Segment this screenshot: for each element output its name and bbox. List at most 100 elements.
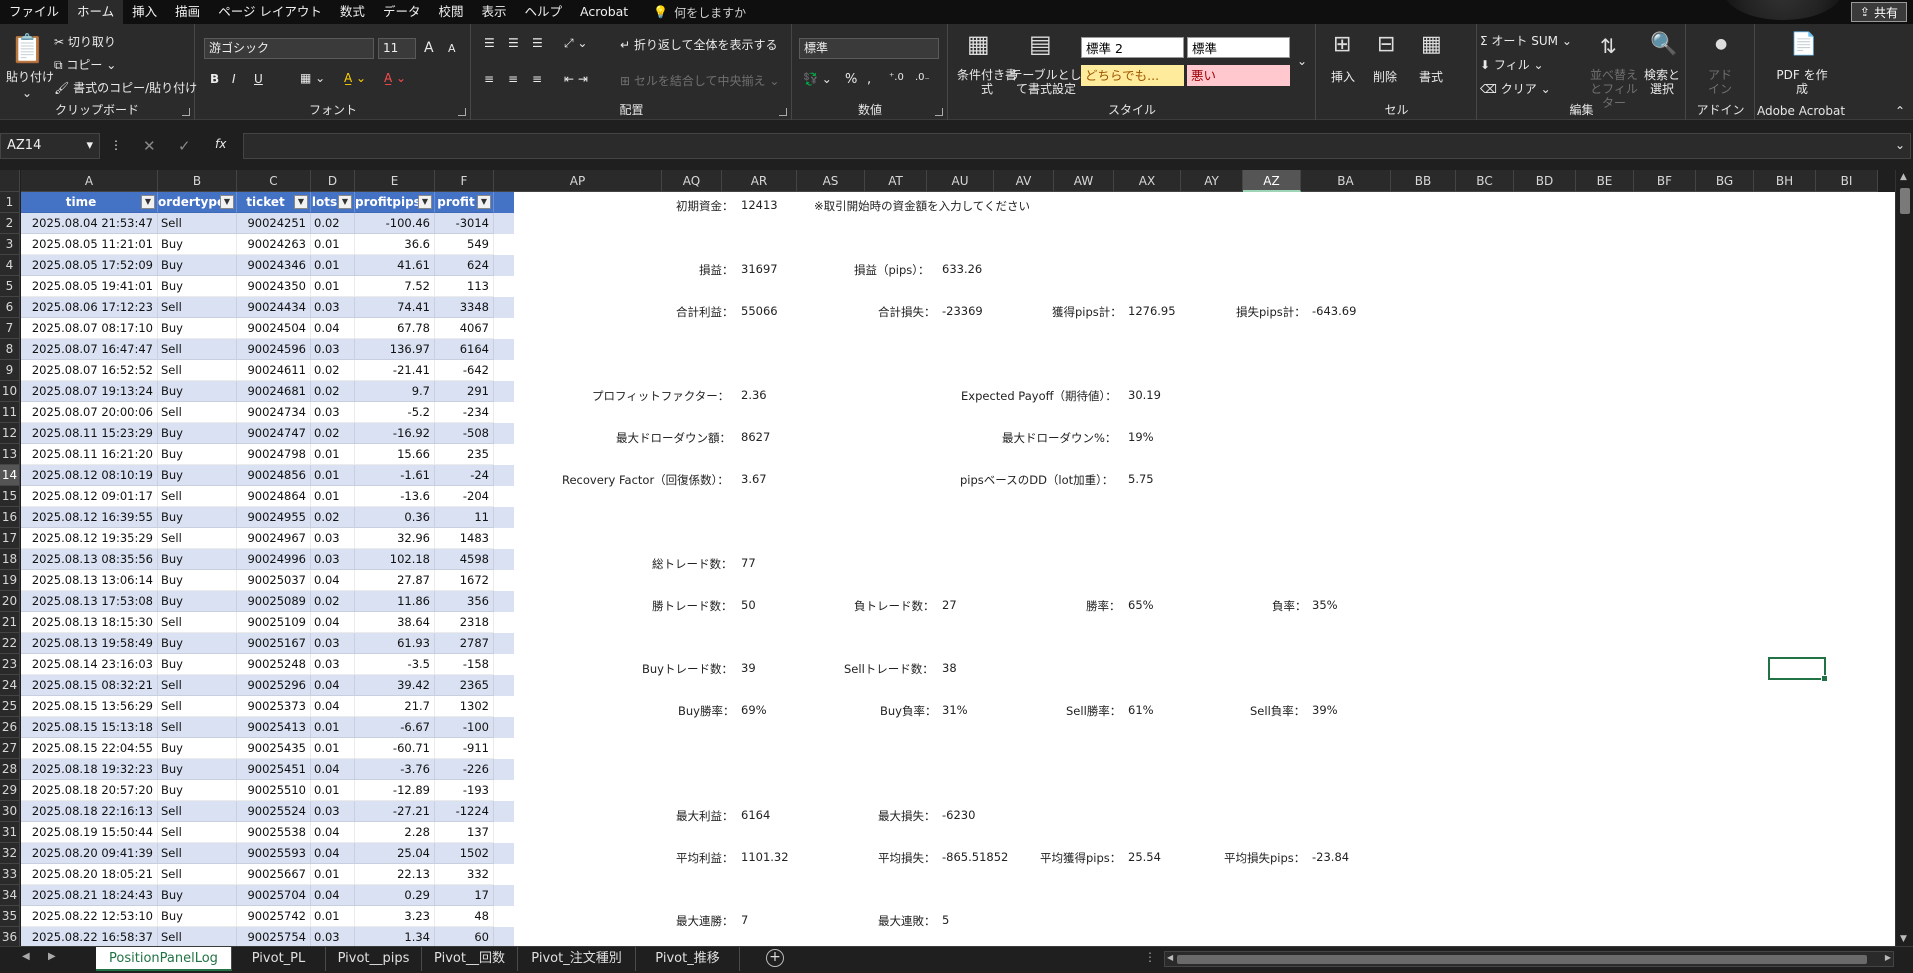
vertical-scrollbar[interactable]: ▲ ▼ (1895, 170, 1913, 946)
table-cell-ordertype[interactable]: Sell (158, 696, 237, 717)
table-cell-profit[interactable]: 1483 (435, 528, 494, 549)
table-cell-profit[interactable]: 11 (435, 507, 494, 528)
font-name-select[interactable]: 游ゴシック (204, 38, 374, 59)
table-cell-profitpips[interactable]: 15.66 (355, 444, 435, 465)
table-cell-lots[interactable]: 0.03 (311, 927, 355, 946)
style-normal[interactable]: 標準 (1187, 37, 1290, 58)
row-header-14[interactable]: 14 (0, 465, 20, 486)
scroll-right-icon[interactable]: ▶ (1885, 953, 1891, 962)
row-header-35[interactable]: 35 (0, 906, 20, 927)
table-cell-ordertype[interactable]: Buy (158, 318, 237, 339)
table-cell-profitpips[interactable]: 9.7 (355, 381, 435, 402)
row-header-6[interactable]: 6 (0, 297, 20, 318)
table-cell-profit[interactable]: -1224 (435, 801, 494, 822)
row-header-27[interactable]: 27 (0, 738, 20, 759)
scroll-left-icon[interactable]: ◀ (1167, 953, 1173, 962)
table-cell-lots[interactable]: 0.01 (311, 738, 355, 759)
table-cell-profit[interactable]: -226 (435, 759, 494, 780)
table-cell-time[interactable]: 2025.08.07 16:52:52 (21, 360, 158, 381)
conditional-format-icon[interactable]: ▦ (967, 30, 990, 58)
row-header-5[interactable]: 5 (0, 276, 20, 297)
table-cell-ordertype[interactable]: Sell (158, 297, 237, 318)
table-cell-ordertype[interactable]: Buy (158, 423, 237, 444)
border-icon[interactable]: ▦ ⌄ (300, 71, 325, 85)
buy-win-rate-value[interactable]: 69% (741, 703, 767, 717)
row-header-15[interactable]: 15 (0, 486, 20, 507)
table-cell-profit[interactable]: 1672 (435, 570, 494, 591)
row-header-28[interactable]: 28 (0, 759, 20, 780)
table-cell-lots[interactable]: 0.04 (311, 612, 355, 633)
table-cell-lots[interactable]: 0.04 (311, 318, 355, 339)
fill-button[interactable]: ⬇ フィル ⌄ (1480, 56, 1544, 73)
row-header-2[interactable]: 2 (0, 213, 20, 234)
table-cell-ticket[interactable]: 90024747 (237, 423, 311, 444)
row-header-16[interactable]: 16 (0, 507, 20, 528)
conditional-format-button[interactable]: 条件付き書式 (957, 68, 1017, 96)
table-cell-lots[interactable]: 0.04 (311, 675, 355, 696)
column-header-AU[interactable]: AU (927, 170, 994, 192)
row-header-12[interactable]: 12 (0, 423, 20, 444)
sheet-tab-positionpanellog[interactable]: PositionPanelLog (96, 947, 232, 971)
table-cell-time[interactable]: 2025.08.12 16:39:55 (21, 507, 158, 528)
table-cell-profitpips[interactable]: -12.89 (355, 780, 435, 801)
table-cell-profit[interactable]: 137 (435, 822, 494, 843)
table-cell-profit[interactable]: -3014 (435, 213, 494, 234)
sheet-tab-pivot-count[interactable]: Pivot__回数 (422, 947, 518, 971)
table-cell-profit[interactable]: -24 (435, 465, 494, 486)
sheet-tab-pivot-pl[interactable]: Pivot_PL (232, 947, 326, 971)
tab-insert[interactable]: 挿入 (123, 0, 166, 24)
paste-button[interactable]: 貼り付け (6, 68, 54, 85)
tab-review[interactable]: 校閲 (429, 0, 472, 24)
table-cell-lots[interactable]: 0.02 (311, 213, 355, 234)
row-header-33[interactable]: 33 (0, 864, 20, 885)
table-cell-lots[interactable]: 0.01 (311, 780, 355, 801)
table-cell-ordertype[interactable]: Buy (158, 780, 237, 801)
table-cell-time[interactable]: 2025.08.07 16:47:47 (21, 339, 158, 360)
table-cell-lots[interactable]: 0.03 (311, 339, 355, 360)
paste-dropdown-icon[interactable]: ⌄ (22, 86, 32, 100)
row-header-4[interactable]: 4 (0, 255, 20, 276)
row-header-21[interactable]: 21 (0, 612, 20, 633)
table-cell-profit[interactable]: 356 (435, 591, 494, 612)
table-cell-profit[interactable]: -508 (435, 423, 494, 444)
avg-gain-pips-value[interactable]: 25.54 (1128, 850, 1161, 864)
table-cell-time[interactable]: 2025.08.05 17:52:09 (21, 255, 158, 276)
table-cell-ticket[interactable]: 90025089 (237, 591, 311, 612)
find-select-button[interactable]: 検索と選択 (1642, 68, 1682, 96)
sort-filter-icon[interactable]: ⇅ (1600, 34, 1617, 58)
font-color-icon[interactable]: A̲ ⌄ (384, 71, 406, 85)
delete-cells-button[interactable]: 削除 (1373, 68, 1397, 85)
row-header-17[interactable]: 17 (0, 528, 20, 549)
table-cell-lots[interactable]: 0.01 (311, 444, 355, 465)
table-cell-ticket[interactable]: 90024346 (237, 255, 311, 276)
add-sheet-icon[interactable]: + (766, 949, 784, 967)
filter-dropdown-icon[interactable]: ▼ (141, 195, 155, 209)
table-cell-profitpips[interactable]: 3.23 (355, 906, 435, 927)
more-options-icon[interactable]: ⋮ (110, 138, 122, 152)
table-cell-ordertype[interactable]: Buy (158, 759, 237, 780)
table-cell-time[interactable]: 2025.08.13 13:06:14 (21, 570, 158, 591)
table-cell-profit[interactable]: -642 (435, 360, 494, 381)
style-neutral[interactable]: どちらでも... (1081, 65, 1184, 86)
row-header-26[interactable]: 26 (0, 717, 20, 738)
table-cell-ticket[interactable]: 90025248 (237, 654, 311, 675)
table-cell-ordertype[interactable]: Sell (158, 927, 237, 946)
table-cell-profitpips[interactable]: 0.36 (355, 507, 435, 528)
table-cell-profit[interactable]: 549 (435, 234, 494, 255)
max-drawdown-pct-value[interactable]: 19% (1128, 430, 1154, 444)
grow-font-button[interactable]: A (424, 40, 434, 56)
currency-icon[interactable]: 💱 ⌄ (803, 72, 832, 86)
format-cells-button[interactable]: 書式 (1419, 68, 1443, 85)
table-cell-profitpips[interactable]: 7.52 (355, 276, 435, 297)
table-cell-time[interactable]: 2025.08.20 18:05:21 (21, 864, 158, 885)
underline-button[interactable]: U (254, 72, 263, 86)
buy-loss-rate-value[interactable]: 31% (942, 703, 968, 717)
table-cell-lots[interactable]: 0.01 (311, 234, 355, 255)
column-header-AS[interactable]: AS (797, 170, 865, 192)
table-cell-profit[interactable]: 1302 (435, 696, 494, 717)
table-cell-ordertype[interactable]: Buy (158, 906, 237, 927)
table-cell-profitpips[interactable]: -6.67 (355, 717, 435, 738)
table-cell-ordertype[interactable]: Sell (158, 822, 237, 843)
table-cell-time[interactable]: 2025.08.13 19:58:49 (21, 633, 158, 654)
filter-dropdown-icon[interactable]: ▼ (220, 195, 234, 209)
